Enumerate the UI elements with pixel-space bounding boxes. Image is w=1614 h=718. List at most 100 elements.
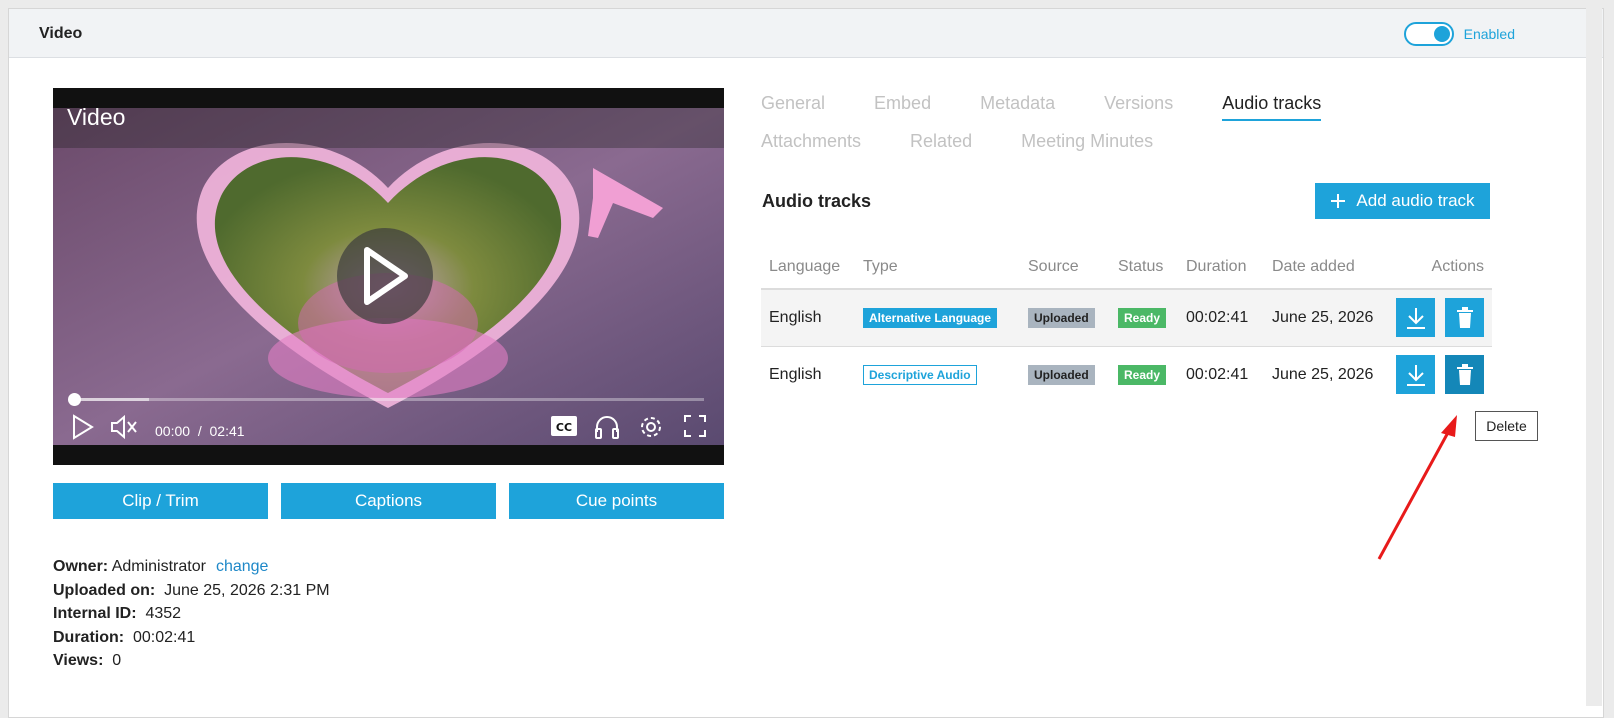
video-title: Video bbox=[67, 104, 126, 130]
volume-icon bbox=[111, 414, 137, 440]
tab-versions[interactable]: Versions bbox=[1104, 91, 1173, 121]
type-badge: Descriptive Audio bbox=[863, 364, 977, 385]
download-button[interactable] bbox=[1396, 355, 1435, 395]
total-time: 02:41 bbox=[209, 423, 245, 439]
type-badge: Alternative Language bbox=[863, 307, 998, 328]
time-separator: / bbox=[197, 423, 202, 439]
col-status: Status bbox=[1118, 257, 1164, 275]
row-date-added: June 25, 2026 bbox=[1272, 308, 1374, 326]
audio-tracks-heading: Audio tracks bbox=[762, 191, 872, 211]
scrub-handle[interactable] bbox=[68, 393, 81, 406]
owner-label: Owner: bbox=[53, 558, 109, 575]
clip-trim-button[interactable]: Clip / Trim bbox=[53, 483, 268, 519]
toggle-knob bbox=[1433, 26, 1450, 42]
tab-row-1: General Embed Metadata Versions Audio tr… bbox=[761, 91, 1521, 129]
toggle-label: Enabled bbox=[1463, 26, 1515, 42]
source-badge: Uploaded bbox=[1028, 364, 1095, 385]
internal-id-label: Internal ID: bbox=[53, 605, 137, 622]
col-type: Type bbox=[863, 257, 898, 275]
table-row: English Descriptive Audio Uploaded Ready… bbox=[761, 346, 1492, 403]
video-panel: Video Enabled Video 00:00 / 02:41 CC Cli… bbox=[8, 8, 1604, 718]
col-source: Source bbox=[1028, 257, 1079, 275]
volume-button[interactable] bbox=[109, 414, 139, 440]
player-controls: 00:00 / 02:41 CC bbox=[53, 406, 724, 452]
row-duration: 00:02:41 bbox=[1186, 308, 1249, 326]
row-actions bbox=[1392, 355, 1492, 395]
change-owner-link[interactable]: change bbox=[216, 558, 269, 575]
enabled-toggle[interactable] bbox=[1403, 22, 1454, 46]
duration-row: Duration: 00:02:41 bbox=[53, 626, 330, 650]
duration-label: Duration: bbox=[53, 628, 125, 646]
panel-header: Video Enabled bbox=[9, 9, 1603, 58]
download-button[interactable] bbox=[1396, 298, 1435, 338]
annotation-arrow bbox=[1377, 415, 1457, 560]
internal-id-row: Internal ID: 4352 bbox=[53, 602, 330, 626]
current-time: 00:00 bbox=[155, 423, 191, 439]
video-metadata: Owner: Administrator change Uploaded on: … bbox=[53, 555, 330, 673]
video-action-buttons: Clip / Trim Captions Cue points bbox=[53, 483, 724, 519]
col-duration: Duration bbox=[1186, 257, 1247, 275]
settings-icon bbox=[641, 417, 661, 437]
source-badge: Uploaded bbox=[1028, 307, 1095, 328]
row-actions bbox=[1392, 298, 1492, 338]
tab-attachments[interactable]: Attachments bbox=[761, 129, 861, 159]
fullscreen-icon bbox=[684, 415, 706, 437]
fullscreen-button[interactable] bbox=[683, 414, 707, 438]
table-row: English Alternative Language Uploaded Re… bbox=[761, 289, 1492, 346]
audio-tracks-button[interactable] bbox=[593, 414, 621, 440]
play-icon bbox=[73, 414, 94, 440]
tab-embed[interactable]: Embed bbox=[874, 91, 931, 121]
delete-button[interactable] bbox=[1445, 355, 1484, 395]
uploaded-label: Uploaded on: bbox=[53, 581, 156, 599]
views-label: Views: bbox=[53, 652, 104, 669]
plus-icon bbox=[1331, 194, 1346, 208]
tab-meeting-minutes[interactable]: Meeting Minutes bbox=[1021, 129, 1153, 159]
row-date-added: June 25, 2026 bbox=[1272, 365, 1374, 383]
video-player[interactable]: Video 00:00 / 02:41 CC bbox=[53, 88, 724, 465]
captions-icon: CC bbox=[551, 416, 577, 436]
captions-button[interactable]: CC bbox=[550, 414, 578, 438]
status-badge: Ready bbox=[1118, 307, 1167, 328]
tab-audio-tracks[interactable]: Audio tracks bbox=[1222, 91, 1322, 121]
duration-value: 00:02:41 bbox=[133, 628, 196, 646]
row-language: English bbox=[769, 365, 822, 383]
settings-button[interactable] bbox=[638, 414, 664, 440]
progress-bar[interactable] bbox=[68, 393, 704, 406]
owner-value: Administrator bbox=[111, 558, 206, 575]
download-icon bbox=[1406, 364, 1425, 386]
audio-tracks-table: Language Type Source Status Duration Dat… bbox=[761, 245, 1492, 403]
time-display: 00:00 / 02:41 bbox=[155, 423, 245, 439]
scrollbar[interactable] bbox=[1586, 0, 1602, 706]
audio-tracks-icon bbox=[595, 416, 619, 439]
tab-metadata[interactable]: Metadata bbox=[980, 91, 1055, 121]
captions-edit-button[interactable]: Captions bbox=[281, 483, 496, 519]
col-date-added: Date added bbox=[1272, 257, 1355, 275]
uploaded-row: Uploaded on: June 25, 2026 2:31 PM bbox=[53, 579, 330, 603]
play-button[interactable] bbox=[71, 414, 95, 440]
enabled-toggle-group: Enabled bbox=[1403, 22, 1515, 46]
svg-text:CC: CC bbox=[556, 421, 572, 434]
panel-title: Video bbox=[39, 25, 83, 42]
uploaded-value: June 25, 2026 2:31 PM bbox=[164, 581, 330, 599]
tab-bar: General Embed Metadata Versions Audio tr… bbox=[761, 91, 1521, 167]
download-icon bbox=[1406, 307, 1425, 329]
views-row: Views: 0 bbox=[53, 649, 330, 673]
tab-row-2: Attachments Related Meeting Minutes bbox=[761, 129, 1521, 167]
row-language: English bbox=[769, 308, 822, 326]
add-audio-track-button[interactable]: Add audio track bbox=[1315, 183, 1490, 219]
col-language: Language bbox=[769, 257, 841, 275]
progress-buffer bbox=[73, 398, 149, 401]
play-icon bbox=[364, 247, 408, 305]
add-audio-track-label: Add audio track bbox=[1356, 191, 1475, 210]
trash-icon bbox=[1456, 363, 1473, 385]
tab-general[interactable]: General bbox=[761, 91, 825, 121]
views-value: 0 bbox=[112, 652, 122, 669]
status-badge: Ready bbox=[1118, 364, 1167, 385]
delete-button[interactable] bbox=[1445, 298, 1484, 338]
tab-related[interactable]: Related bbox=[910, 129, 972, 159]
cue-points-button[interactable]: Cue points bbox=[509, 483, 724, 519]
row-duration: 00:02:41 bbox=[1186, 365, 1249, 383]
trash-icon bbox=[1456, 306, 1473, 328]
delete-tooltip: Delete bbox=[1475, 411, 1538, 441]
big-play-button[interactable] bbox=[337, 228, 433, 324]
